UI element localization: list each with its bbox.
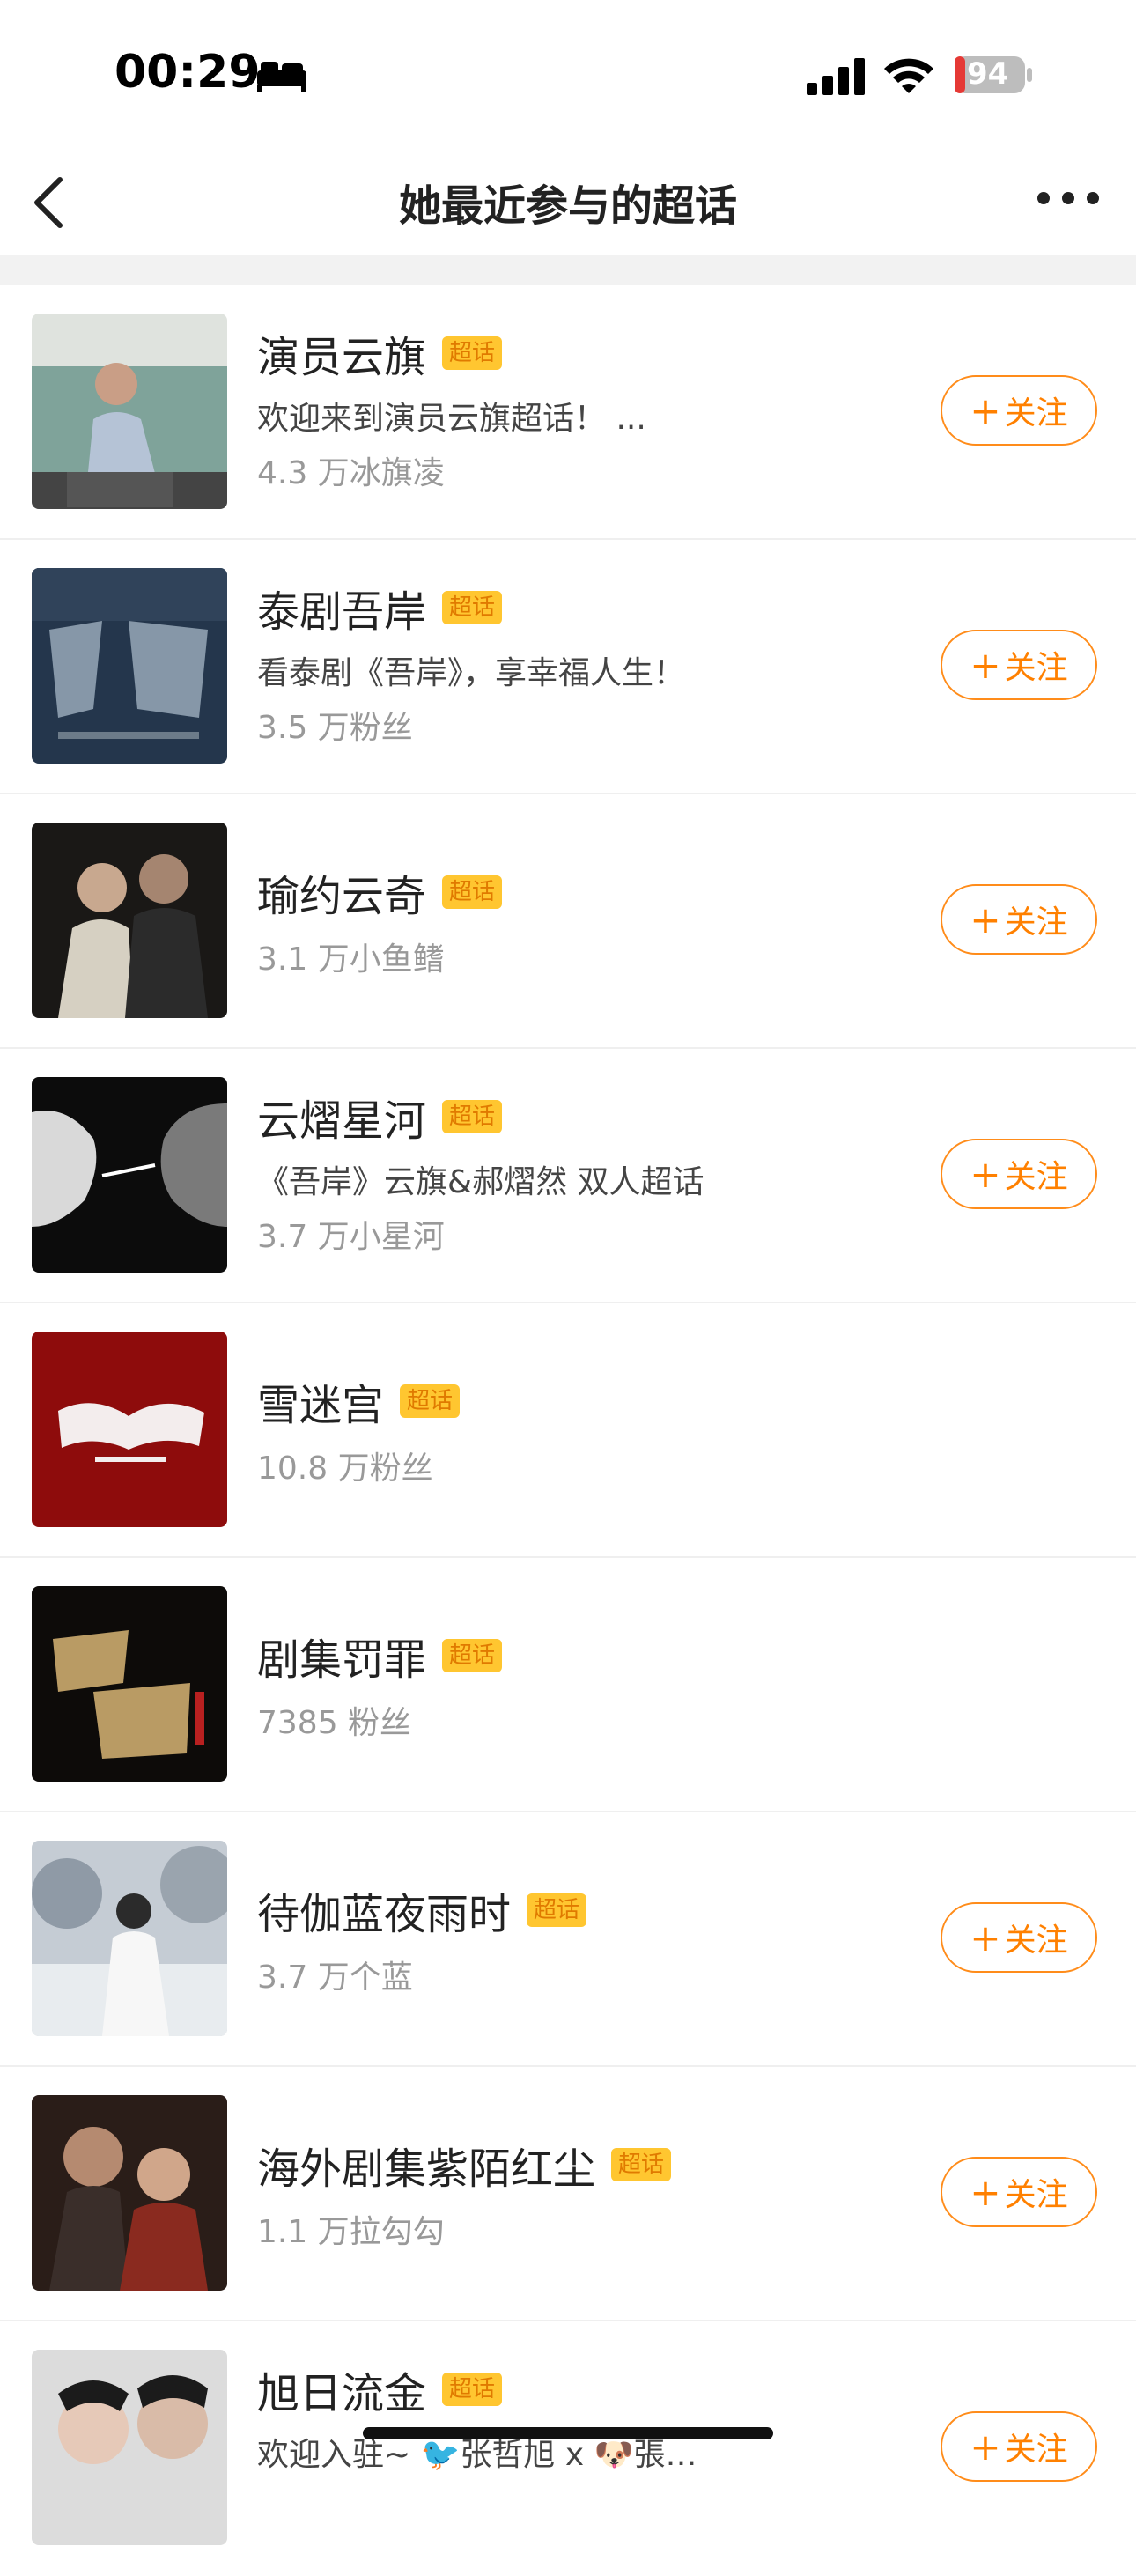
plus-icon: + <box>970 388 1001 432</box>
battery-level: 94 <box>967 56 1009 92</box>
status-bar: 00:29 94 <box>0 0 1136 150</box>
follow-label: 关注 <box>1004 2432 1068 2468</box>
topic-thumbnail <box>32 2350 227 2545</box>
follow-button[interactable]: + 关注 <box>941 1902 1097 1973</box>
plus-icon: + <box>970 1152 1001 1196</box>
follow-button[interactable]: + 关注 <box>941 2157 1097 2227</box>
topic-info: 雪迷宫 超话 10.8 万粉丝 <box>257 1369 926 1488</box>
topic-title[interactable]: 雪迷宫 <box>257 1370 384 1432</box>
topic-row[interactable]: 旭日流金 超话 欢迎入驻~ 🐦张哲旭 x 🐶張金 cp超话 +关注 <box>0 2321 1136 2576</box>
topic-title[interactable]: 云熠星河 <box>257 1086 426 1148</box>
section-divider <box>0 255 1136 285</box>
topic-thumbnail <box>32 823 227 1018</box>
super-topic-badge: 超话 <box>527 1893 587 1927</box>
super-topic-badge: 超话 <box>442 1100 503 1133</box>
topic-info: 剧集罚罪 超话 7385 粉丝 <box>257 1623 926 1743</box>
sleep-focus-icon <box>257 62 306 92</box>
follow-button[interactable]: + 关注 <box>941 630 1097 700</box>
follow-button[interactable]: + 关注 <box>941 2411 1097 2482</box>
topic-title[interactable]: 待伽蓝夜雨时 <box>257 1879 511 1941</box>
fan-count: 10.8 万粉丝 <box>257 1450 433 1487</box>
topic-info: 演员云旗 超话 欢迎来到演员云旗超话！ ... 4.3 万冰旗凌 <box>257 321 926 493</box>
topic-row[interactable]: 演员云旗 超话 欢迎来到演员云旗超话！ ... 4.3 万冰旗凌 + 关注 <box>0 285 1136 540</box>
plus-icon: + <box>970 2170 1001 2214</box>
topic-row[interactable]: 海外剧集紫陌红尘 超话 1.1 万拉勾勾 + 关注 <box>0 2067 1136 2321</box>
fan-count: 3.7 万小星河 <box>257 1219 445 1255</box>
topic-title[interactable]: 旭日流金 <box>257 2358 426 2420</box>
fan-count: 3.1 万小鱼鳍 <box>257 941 445 978</box>
cellular-signal-icon <box>807 58 865 95</box>
topic-thumbnail <box>32 568 227 764</box>
topic-info: 待伽蓝夜雨时 超话 3.7 万个蓝 <box>257 1878 926 1997</box>
fan-count: 4.3 万冰旗凌 <box>257 455 445 491</box>
topic-title[interactable]: 泰剧吾岸 <box>257 577 426 638</box>
fan-count: 3.7 万个蓝 <box>257 1960 413 1996</box>
topic-thumbnail <box>32 314 227 509</box>
plus-icon: + <box>970 2425 1001 2469</box>
topic-description: 《吾岸》云旗&郝熠然 双人超话 <box>257 1164 704 1200</box>
fan-count: 1.1 万拉勾勾 <box>257 2214 445 2250</box>
topic-title[interactable]: 瑜约云奇 <box>257 861 426 923</box>
follow-label: 关注 <box>1004 2177 1068 2213</box>
topic-info: 云熠星河 超话 《吾岸》云旗&郝熠然 双人超话 3.7 万小星河 <box>257 1084 926 1257</box>
topic-description: 看泰剧《吾岸》，享幸福人生！ <box>257 655 686 691</box>
follow-button[interactable]: + 关注 <box>941 884 1097 955</box>
topic-row[interactable]: 瑜约云奇 超话 3.1 万小鱼鳍 + 关注 <box>0 794 1136 1049</box>
topic-thumbnail <box>32 1077 227 1273</box>
wifi-icon <box>884 58 933 93</box>
plus-icon: + <box>970 897 1001 941</box>
follow-label: 关注 <box>1004 904 1068 941</box>
topic-info: 海外剧集紫陌红尘 超话 1.1 万拉勾勾 <box>257 2132 926 2252</box>
topic-thumbnail <box>32 1841 227 2036</box>
topic-info: 瑜约云奇 超话 3.1 万小鱼鳍 <box>257 860 926 979</box>
super-topic-badge: 超话 <box>611 2148 672 2181</box>
topic-row[interactable]: 雪迷宫 超话 10.8 万粉丝 <box>0 1303 1136 1558</box>
topic-row[interactable]: 泰剧吾岸 超话 看泰剧《吾岸》，享幸福人生！ 3.5 万粉丝 + 关注 <box>0 540 1136 794</box>
fan-count: 3.5 万粉丝 <box>257 710 413 746</box>
topic-title[interactable]: 剧集罚罪 <box>257 1625 426 1687</box>
super-topic-badge: 超话 <box>400 1384 461 1418</box>
follow-label: 关注 <box>1004 650 1068 686</box>
topic-row[interactable]: 剧集罚罪 超话 7385 粉丝 <box>0 1558 1136 1812</box>
topic-title[interactable]: 演员云旗 <box>257 322 426 384</box>
topic-title[interactable]: 海外剧集紫陌红尘 <box>257 2134 595 2196</box>
topic-thumbnail <box>32 2095 227 2291</box>
topic-info: 旭日流金 超话 欢迎入驻~ 🐦张哲旭 x 🐶張金 cp超话 <box>257 2357 926 2475</box>
follow-button[interactable]: + 关注 <box>941 1139 1097 1209</box>
super-topic-badge: 超话 <box>442 591 503 624</box>
navigation-bar: 她最近参与的超话 <box>0 150 1136 255</box>
super-topic-badge: 超话 <box>442 2373 503 2406</box>
follow-label: 关注 <box>1004 1923 1068 1959</box>
topic-row[interactable]: 待伽蓝夜雨时 超话 3.7 万个蓝 + 关注 <box>0 1812 1136 2067</box>
plus-icon: + <box>970 643 1001 687</box>
fan-count: 7385 粉丝 <box>257 1705 412 1741</box>
follow-label: 关注 <box>1004 1159 1068 1195</box>
topic-info: 泰剧吾岸 超话 看泰剧《吾岸》，享幸福人生！ 3.5 万粉丝 <box>257 575 926 748</box>
super-topic-badge: 超话 <box>442 1639 503 1672</box>
page-title: 她最近参与的超话 <box>398 181 737 231</box>
follow-label: 关注 <box>1004 395 1068 432</box>
topic-list: 演员云旗 超话 欢迎来到演员云旗超话！ ... 4.3 万冰旗凌 + 关注 泰剧吾… <box>0 285 1136 2576</box>
topic-thumbnail <box>32 1332 227 1527</box>
home-indicator <box>363 2427 773 2439</box>
follow-button[interactable]: + 关注 <box>941 375 1097 446</box>
super-topic-badge: 超话 <box>442 875 503 909</box>
topic-description: 欢迎来到演员云旗超话！ ... <box>257 401 646 437</box>
super-topic-badge: 超话 <box>442 336 503 370</box>
topic-row[interactable]: 云熠星河 超话 《吾岸》云旗&郝熠然 双人超话 3.7 万小星河 + 关注 <box>0 1049 1136 1303</box>
topic-thumbnail <box>32 1586 227 1782</box>
status-time: 00:29 <box>114 46 261 99</box>
more-options-icon[interactable] <box>1036 185 1101 211</box>
plus-icon: + <box>970 1915 1001 1960</box>
